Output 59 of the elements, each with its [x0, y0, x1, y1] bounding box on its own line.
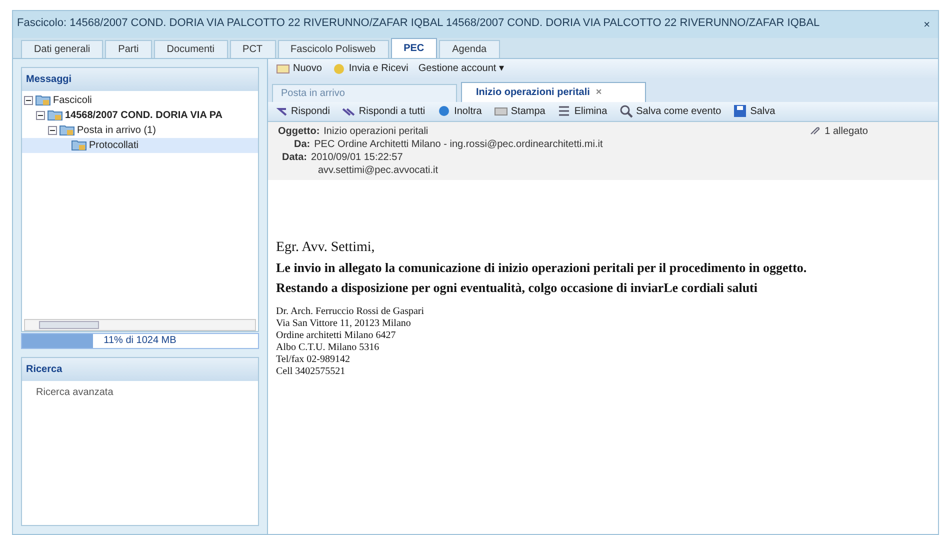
- tree-item[interactable]: 14568/2007 COND. DORIA VIA PA: [22, 108, 258, 122]
- list-icon: [557, 104, 572, 118]
- collapse-icon[interactable]: [48, 126, 57, 134]
- body-paragraph: Restando a disposizione per ogni eventualità, colgo occasione di inviarLe cordiali saluti: [276, 280, 758, 296]
- mail-tab[interactable]: Inizio operazioni peritali ×: [461, 82, 646, 102]
- tab[interactable]: Fascicolo Polisweb: [278, 40, 389, 58]
- tab[interactable]: Documenti: [154, 40, 228, 58]
- panel-header: Ricerca: [22, 358, 258, 380]
- action-button[interactable]: Salva: [733, 104, 776, 118]
- tab[interactable]: PCT: [230, 40, 276, 58]
- close-icon[interactable]: ×: [596, 84, 602, 100]
- tree-item[interactable]: Protocollati: [22, 138, 258, 152]
- action-button[interactable]: Inoltra: [437, 104, 482, 118]
- floppy-icon: [733, 104, 748, 118]
- action-button[interactable]: Elimina: [557, 104, 608, 118]
- date-text: 2010/09/01 15:22:57: [311, 150, 403, 164]
- folder-icon: [71, 139, 87, 151]
- body-paragraph: Le invio in allegato la comunicazione di inizio operazioni peritali per il procedimento in oggetto.: [276, 260, 808, 276]
- coin-icon: [332, 62, 346, 76]
- magnifier-icon: [619, 104, 634, 118]
- tree-item[interactable]: Posta in arrivo (1): [22, 122, 258, 138]
- panel-header: Messaggi: [22, 68, 258, 90]
- collapse-icon[interactable]: [36, 110, 45, 120]
- window-title: Fascicolo: 14568/2007 COND. DORIA VIA PALCOTTO 22 RIVERUNNO/ZAFAR IQBAL 14568/2007 COND. DORIA VIA PALCOTTO 22 RIVERUNNO/ZAFAR IQBAL: [17, 17, 821, 30]
- horizontal-scrollbar[interactable]: [24, 318, 256, 330]
- signature-line: Albo C.T.U. Milano 5316: [276, 342, 380, 354]
- greeting-text: Egr. Avv. Settimi,: [276, 240, 376, 256]
- folder-icon: [59, 124, 75, 136]
- toolbar-button[interactable]: Invia e Ricevi: [332, 61, 408, 76]
- action-button[interactable]: Rispondi: [274, 104, 330, 118]
- paperclip-icon: [808, 126, 821, 136]
- signature-line: Via San Vittore 11, 20123 Milano: [276, 318, 412, 330]
- signature-line: Dr. Arch. Ferruccio Rossi de Gaspari: [276, 306, 426, 318]
- action-button[interactable]: Salva come evento: [619, 104, 722, 118]
- attachment-link[interactable]: 1 allegato: [808, 124, 868, 138]
- signature-line: Cell 3402575521: [276, 366, 346, 378]
- quota-reading: 11% di 1024 MB: [102, 334, 178, 348]
- folder-icon: [47, 109, 63, 121]
- tab[interactable]: Agenda: [439, 40, 500, 58]
- subject-label: Oggetto:: [278, 124, 320, 138]
- tab[interactable]: Parti: [105, 40, 152, 58]
- from-label: Da:: [294, 138, 310, 150]
- subject-text: Inizio operazioni peritali: [324, 124, 430, 138]
- signature-line: Tel/fax 02-989142: [276, 354, 352, 366]
- tree-item[interactable]: Fascicoli: [22, 92, 258, 108]
- toolbar-button[interactable]: Gestione account ▾: [418, 61, 504, 76]
- tab[interactable]: PEC: [390, 38, 438, 58]
- action-button[interactable]: Rispondi a tutti: [342, 104, 426, 118]
- date-label: Data:: [282, 150, 308, 164]
- collapse-icon[interactable]: [24, 96, 33, 104]
- close-button[interactable]: ×: [920, 17, 934, 34]
- toolbar-button[interactable]: Nuovo: [276, 61, 322, 76]
- recipient-address: avv.settimi@pec.avvocati.it: [318, 164, 438, 176]
- folder-icon: [35, 94, 51, 106]
- signature-line: Ordine architetti Milano 6427: [276, 330, 397, 342]
- advanced-search-link[interactable]: Ricerca avanzata: [22, 380, 258, 404]
- tab[interactable]: Dati generali: [21, 40, 104, 58]
- action-button[interactable]: Stampa: [494, 104, 546, 118]
- sender-address: PEC Ordine Architetti Milano - ing.rossi@pec.ordinearchitetti.mi.it: [314, 138, 603, 150]
